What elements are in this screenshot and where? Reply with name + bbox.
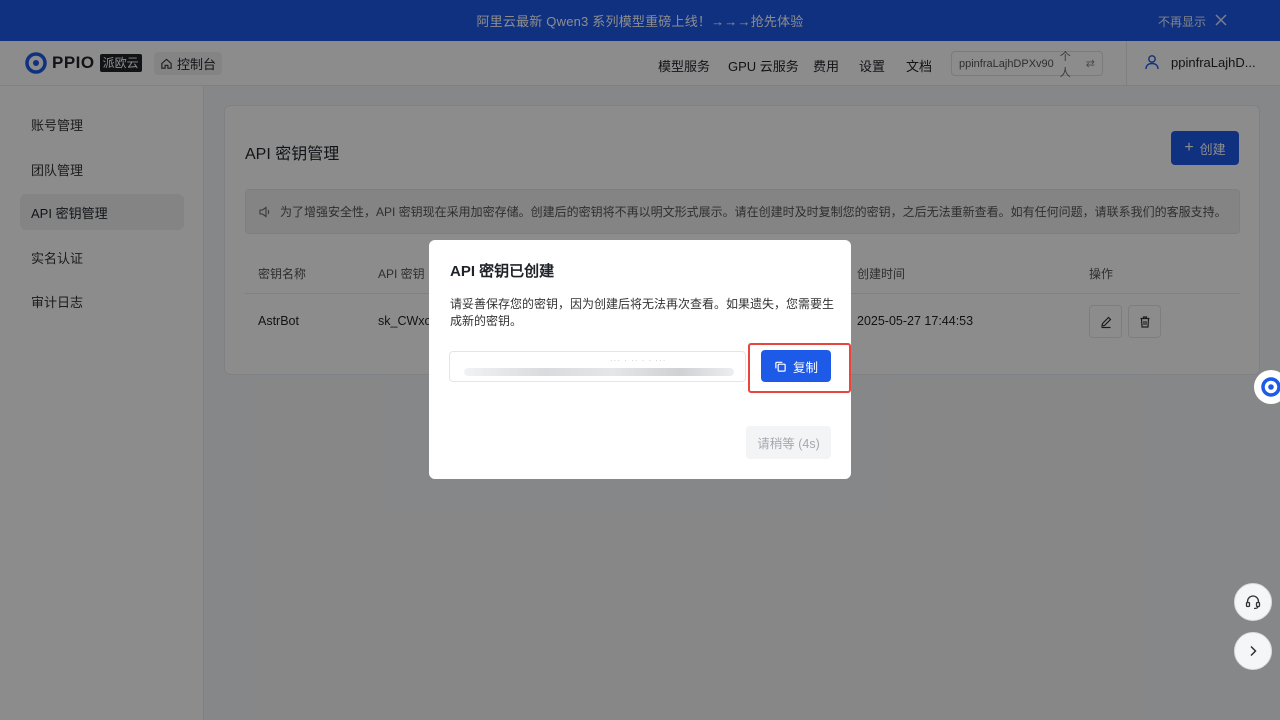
floating-assistant[interactable] [1254, 370, 1280, 404]
key-created-dialog: API 密钥已创建 请妥善保存您的密钥，因为创建后将无法再次查看。如果遗失，您需… [429, 240, 851, 479]
dialog-title: API 密钥已创建 [450, 263, 555, 280]
dialog-description: 请妥善保存您的密钥，因为创建后将无法再次查看。如果遗失，您需要生成新的密钥。 [450, 297, 835, 328]
ppio-logo-icon [1261, 377, 1280, 397]
wait-button[interactable]: 请稍等 (4s) [746, 426, 831, 459]
support-button[interactable] [1234, 583, 1272, 621]
headset-icon [1245, 595, 1261, 610]
api-key-field[interactable]: ··· · ·· · · ··· [449, 351, 746, 382]
copy-key-button[interactable]: 复制 [761, 350, 831, 382]
chevron-right-icon [1250, 645, 1257, 657]
blurred-key [464, 368, 734, 376]
copy-icon [775, 361, 786, 372]
copy-label: 复制 [792, 360, 818, 375]
expand-button[interactable] [1234, 632, 1272, 670]
masked-key-text: ··· · ·· · · ··· [610, 356, 667, 365]
